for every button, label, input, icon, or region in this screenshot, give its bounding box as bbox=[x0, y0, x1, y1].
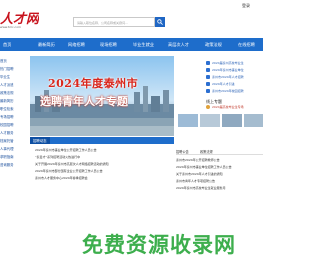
bullet-icon bbox=[206, 82, 210, 86]
sidebar-item[interactable]: 政策法规 bbox=[0, 90, 14, 95]
search-input[interactable]: 请输入职位名称、公司名称或关键词... bbox=[73, 17, 155, 27]
right-list-item[interactable]: 关于泰州市2024年人才引进的通知 bbox=[176, 172, 223, 176]
right-list-item[interactable]: 泰州市2024年公开招聘教师公告 bbox=[176, 158, 220, 162]
right-list-item[interactable]: 2024年泰州市事业单位招聘工作人员公告 bbox=[176, 165, 232, 169]
nav-item-talents[interactable]: 高层次人才 bbox=[168, 42, 189, 48]
right-panel-item[interactable]: 2024年泰州市事业单位 bbox=[212, 68, 244, 72]
right-list-item[interactable]: 泰州市青年人才专项招聘公告 bbox=[176, 179, 215, 183]
sidebar-item[interactable]: 人才服务 bbox=[0, 130, 14, 135]
divider bbox=[176, 154, 263, 155]
thumbnail-image[interactable] bbox=[200, 114, 220, 127]
notice-item[interactable]: 关于开展2024年泰州市高层次人才网络招聘活动的通知 bbox=[35, 162, 109, 166]
bullet-icon bbox=[206, 89, 210, 93]
notice-item[interactable]: 2024年泰州市部分国有企业公开招聘工作人员公告 bbox=[35, 169, 103, 173]
watermark-text: 免费资源收录网 bbox=[82, 233, 236, 257]
thumbnail-image[interactable] bbox=[244, 114, 263, 127]
notice-item[interactable]: 泰州市人才服务中心2024年春季招聘会 bbox=[35, 176, 88, 180]
notice-item[interactable]: “泰爱才”系列招聘活动火热进行中 bbox=[35, 155, 80, 159]
logo-url: www.tzrc.com bbox=[0, 25, 21, 29]
bullet-icon bbox=[206, 68, 210, 72]
sidebar-item[interactable]: 档案托管 bbox=[0, 138, 14, 143]
thumbnail-image[interactable] bbox=[222, 114, 242, 127]
sidebar-item[interactable]: 首页 bbox=[0, 58, 7, 63]
sidebar-item[interactable]: 最新简历 bbox=[0, 98, 14, 103]
sidebar-item[interactable]: 职位检索 bbox=[0, 106, 14, 111]
sidebar-item[interactable]: 人才派遣 bbox=[0, 82, 14, 87]
bullet-icon bbox=[206, 61, 210, 65]
sidebar-item[interactable]: 校园招聘 bbox=[0, 122, 14, 127]
star-icon bbox=[206, 105, 210, 109]
banner-title: 2024年度泰州市 bbox=[48, 77, 139, 90]
sidebar-item[interactable]: 人事代理 bbox=[0, 146, 14, 151]
nav-item-policy[interactable]: 政策法规 bbox=[205, 42, 222, 48]
right-panel-sub[interactable]: 2024届高校毕业生专场 bbox=[212, 105, 244, 109]
notice-tab-label[interactable]: 招聘动态 bbox=[33, 138, 47, 143]
search-button[interactable] bbox=[155, 17, 165, 27]
nav-item-onsite-recruit[interactable]: 现场招聘 bbox=[100, 42, 117, 48]
right-panel-item[interactable]: 2024届泰州高校毕业生 bbox=[212, 61, 244, 65]
login-link[interactable]: 登录 bbox=[242, 3, 250, 9]
nav-item-graduates[interactable]: 毕业生就业 bbox=[133, 42, 154, 48]
right-list-item[interactable]: 2024年泰州市高校毕业生就业服务月 bbox=[176, 186, 226, 190]
right-panel-item[interactable]: 泰州市2024年校园招聘 bbox=[212, 89, 244, 93]
nav-item-online[interactable]: 在线招聘 bbox=[238, 42, 255, 48]
nav-item-resume[interactable]: 最新简历 bbox=[38, 42, 55, 48]
thumbnail-image[interactable] bbox=[178, 114, 198, 127]
sidebar-item[interactable]: 咨询服务 bbox=[0, 162, 14, 167]
nav-item-home[interactable]: 首页 bbox=[3, 42, 11, 48]
sidebar-item[interactable]: 专场招聘 bbox=[0, 114, 14, 119]
right-panel-item[interactable]: 泰州市2024年人才招聘 bbox=[212, 75, 244, 79]
sidebar-item[interactable]: 热门招聘 bbox=[0, 66, 14, 71]
banner-subtitle: 选聘青年人才专题 bbox=[40, 95, 128, 108]
notice-item[interactable]: 2024年泰州市事业单位公开招聘工作人员公告 bbox=[35, 148, 97, 152]
notice-bar bbox=[30, 137, 174, 144]
sidebar-item[interactable]: 毕业生 bbox=[0, 74, 10, 79]
right-panel-item[interactable]: 2024年人才引进 bbox=[212, 82, 235, 86]
nav-item-online-recruit[interactable]: 网络招聘 bbox=[68, 42, 85, 48]
bullet-icon bbox=[206, 75, 210, 79]
sidebar-item[interactable]: 求职指南 bbox=[0, 154, 14, 159]
search-icon bbox=[157, 19, 163, 25]
